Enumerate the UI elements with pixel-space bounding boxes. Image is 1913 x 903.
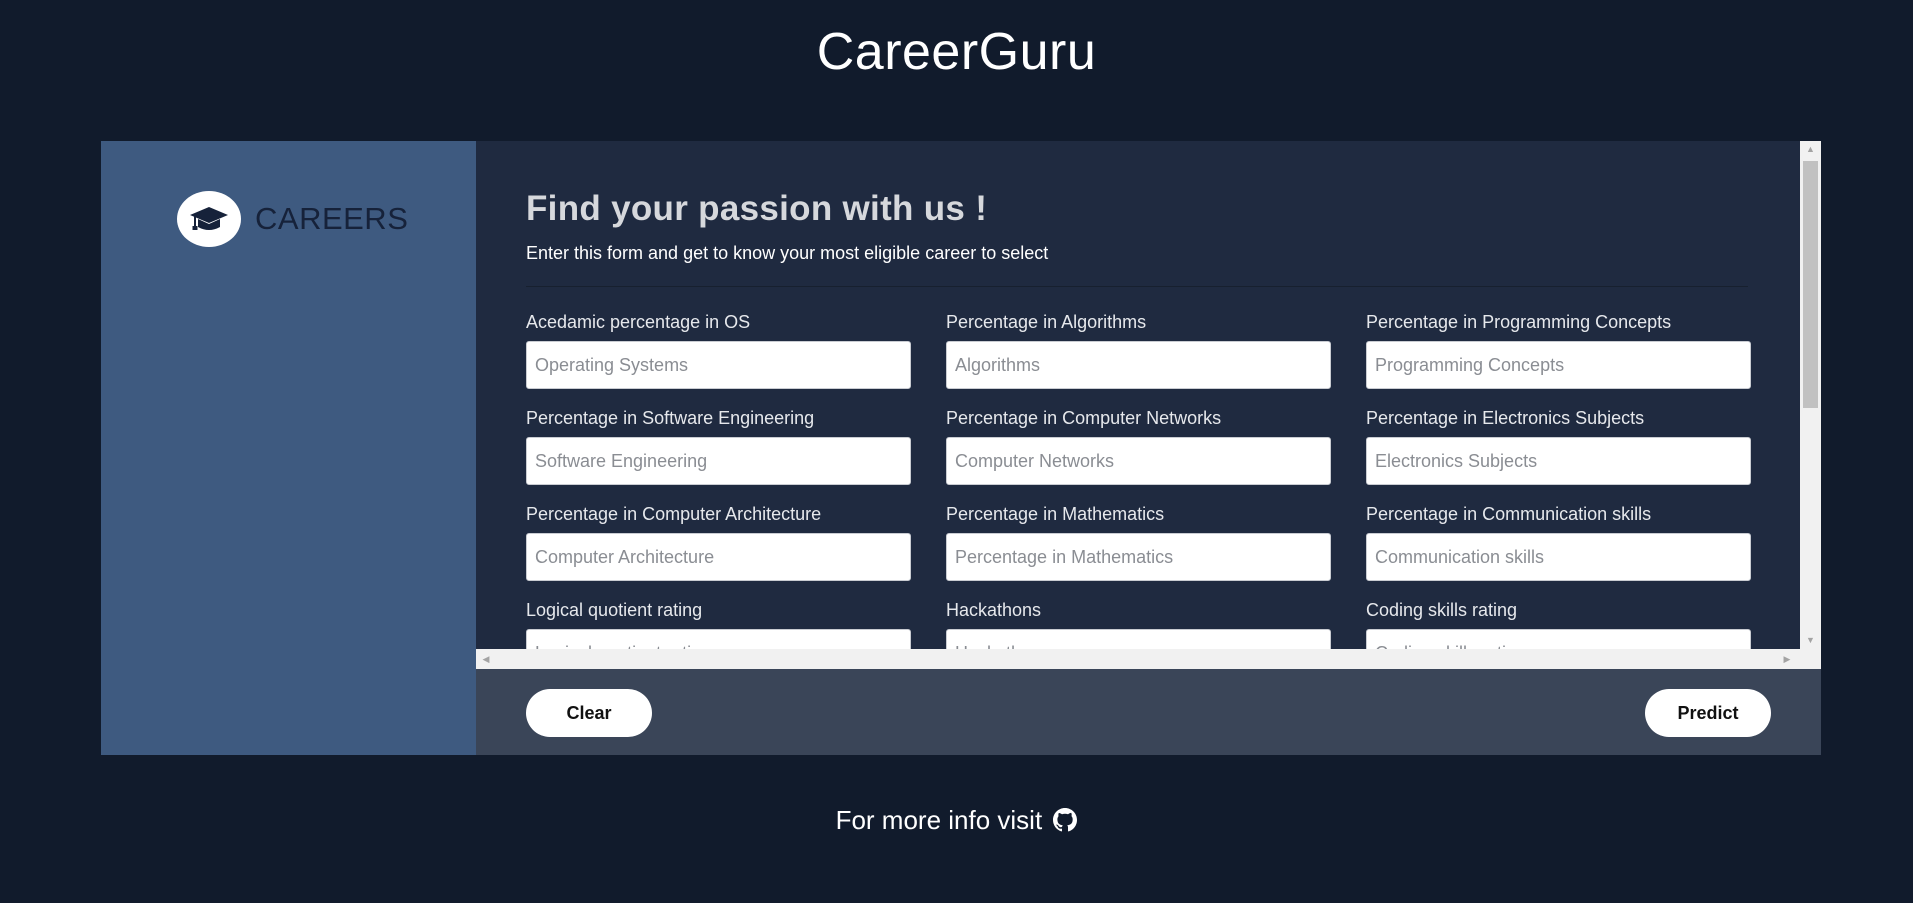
field-mathematics: Percentage in Mathematics	[946, 503, 1331, 581]
software-engineering-input[interactable]	[526, 437, 911, 485]
field-label: Percentage in Programming Concepts	[1366, 312, 1672, 332]
form-heading: Find your passion with us !	[526, 189, 988, 228]
field-label: Coding skills rating	[1366, 600, 1518, 620]
more-info: For more info visit	[0, 805, 1913, 839]
horizontal-scrollbar[interactable]: ◀ ▶	[476, 649, 1821, 669]
form-subheading: Enter this form and get to know your mos…	[526, 243, 1049, 263]
vertical-scrollbar[interactable]: ▲ ▼	[1800, 141, 1821, 649]
field-label: Percentage in Computer Architecture	[526, 504, 822, 524]
form-content: Find your passion with us ! Enter this f…	[526, 189, 1751, 669]
clear-button[interactable]: Clear	[526, 689, 652, 737]
field-label: Logical quotient rating	[526, 600, 703, 620]
scroll-down-arrow-icon[interactable]: ▼	[1800, 632, 1821, 649]
algorithms-percentage-input[interactable]	[946, 341, 1331, 389]
field-communication-skills: Percentage in Communication skills	[1366, 503, 1751, 581]
field-label: Percentage in Electronics Subjects	[1366, 408, 1645, 428]
field-computer-architecture: Percentage in Computer Architecture	[526, 503, 911, 581]
scroll-up-arrow-icon[interactable]: ▲	[1800, 141, 1821, 158]
field-label: Percentage in Software Engineering	[526, 408, 815, 428]
computer-networks-input[interactable]	[946, 437, 1331, 485]
scroll-left-arrow-icon[interactable]: ◀	[476, 649, 496, 669]
field-label: Percentage in Mathematics	[946, 504, 1165, 524]
site-title: CareerGuru	[816, 23, 1097, 81]
graduation-cap-icon	[177, 191, 241, 247]
github-icon[interactable]	[1053, 808, 1078, 839]
field-software-engineering: Percentage in Software Engineering	[526, 407, 911, 485]
form-fields-grid: Acedamic percentage in OS Percentage in …	[526, 311, 1751, 669]
vertical-scroll-thumb[interactable]	[1803, 161, 1818, 408]
field-label: Acedamic percentage in OS	[526, 312, 751, 332]
brand: CAREERS	[177, 191, 408, 247]
field-label: Percentage in Computer Networks	[946, 408, 1222, 428]
field-algorithms: Percentage in Algorithms	[946, 311, 1331, 389]
form-scroll-area[interactable]: Find your passion with us ! Enter this f…	[476, 141, 1821, 669]
computer-architecture-input[interactable]	[526, 533, 911, 581]
form-panel: Find your passion with us ! Enter this f…	[476, 141, 1821, 755]
action-bar: Clear Predict	[476, 669, 1821, 755]
field-label: Percentage in Communication skills	[1366, 504, 1652, 524]
field-os: Acedamic percentage in OS	[526, 311, 911, 389]
electronics-subjects-input[interactable]	[1366, 437, 1751, 485]
divider	[526, 286, 1748, 287]
field-electronics-subjects: Percentage in Electronics Subjects	[1366, 407, 1751, 485]
field-computer-networks: Percentage in Computer Networks	[946, 407, 1331, 485]
field-label: Hackathons	[946, 600, 1042, 620]
mathematics-percentage-input[interactable]	[946, 533, 1331, 581]
communication-skills-input[interactable]	[1366, 533, 1751, 581]
predict-button[interactable]: Predict	[1645, 689, 1771, 737]
field-programming-concepts: Percentage in Programming Concepts	[1366, 311, 1751, 389]
os-percentage-input[interactable]	[526, 341, 911, 389]
scroll-right-arrow-icon[interactable]: ▶	[1777, 649, 1797, 669]
brand-text: CAREERS	[255, 201, 409, 236]
more-info-text: For more info visit	[835, 805, 1043, 835]
career-form-card: CAREERS Find your passion with us ! Ente…	[101, 141, 1821, 755]
sidebar: CAREERS	[101, 141, 476, 755]
field-label: Percentage in Algorithms	[946, 312, 1147, 332]
programming-concepts-input[interactable]	[1366, 341, 1751, 389]
